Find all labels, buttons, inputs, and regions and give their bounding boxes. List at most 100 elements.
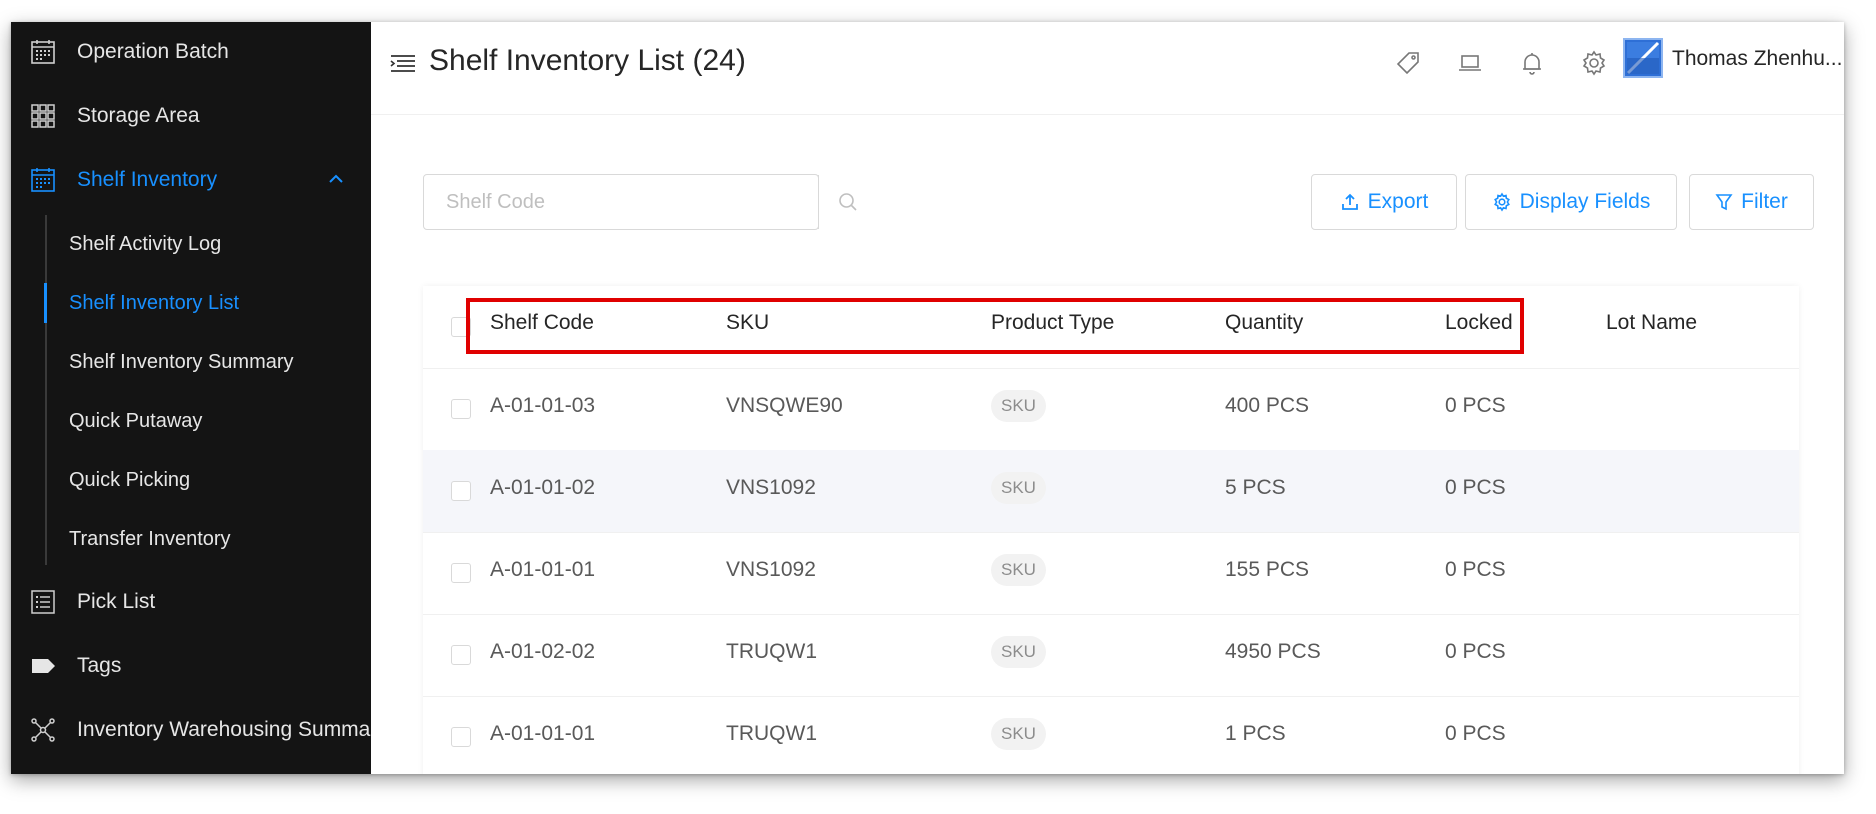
- cell-quantity: 155 PCS: [1225, 558, 1310, 581]
- sidebar-item-label: Quick Picking: [69, 468, 191, 491]
- select-all-checkbox[interactable]: [451, 317, 471, 337]
- column-header-shelf-code[interactable]: Shelf Code: [490, 311, 594, 335]
- sidebar-subitem-shelf-activity-log[interactable]: Shelf Activity Log: [11, 224, 371, 264]
- search-icon: [839, 193, 857, 211]
- cell-shelf-code: A-01-01-02: [490, 476, 596, 499]
- sidebar-item-inventory-warehousing-summary[interactable]: Inventory Warehousing Summary: [11, 710, 388, 750]
- sidebar-item-label: Storage Area: [77, 104, 200, 127]
- display-fields-button[interactable]: Display Fields: [1465, 174, 1677, 230]
- sidebar-subitem-shelf-inventory-summary[interactable]: Shelf Inventory Summary: [11, 342, 371, 382]
- row-checkbox[interactable]: [451, 563, 471, 583]
- row-checkbox[interactable]: [451, 399, 471, 419]
- cell-shelf-code: A-01-01-01: [490, 558, 596, 581]
- sidebar-item-label: Transfer Inventory: [69, 527, 231, 550]
- table-row[interactable]: A-01-01-01 VNS1092 SKU 155 PCS 0 PCS: [423, 532, 1799, 615]
- network-icon: [31, 718, 55, 742]
- sidebar-subitem-shelf-inventory-list[interactable]: Shelf Inventory List: [11, 283, 371, 323]
- product-type-tag: SKU: [991, 554, 1046, 586]
- sidebar-item-label: Pick List: [77, 590, 156, 613]
- sidebar-item-operation-batch[interactable]: Operation Batch: [11, 32, 371, 72]
- cell-sku: TRUQW1: [726, 722, 817, 745]
- export-button[interactable]: Export: [1311, 174, 1457, 230]
- cell-quantity: 1 PCS: [1225, 722, 1286, 745]
- avatar-image: [1626, 41, 1660, 75]
- row-checkbox[interactable]: [451, 481, 471, 501]
- cell-sku: TRUQW1: [726, 640, 817, 663]
- sidebar-item-label: Shelf Activity Log: [69, 232, 222, 255]
- sidebar-item-label: Inventory Warehousing Summary: [77, 718, 388, 741]
- sidebar-item-label: Tags: [77, 654, 122, 677]
- display-fields-label: Display Fields: [1519, 190, 1651, 213]
- sidebar-item-storage-area[interactable]: Storage Area: [11, 96, 371, 136]
- sidebar-item-tags[interactable]: Tags: [11, 646, 371, 686]
- laptop-icon[interactable]: [1455, 48, 1485, 78]
- cell-quantity: 400 PCS: [1225, 394, 1310, 417]
- table-row[interactable]: A-01-01-03 VNSQWE90 SKU 400 PCS 0 PCS: [423, 368, 1799, 451]
- sidebar-item-pick-list[interactable]: Pick List: [11, 582, 371, 622]
- inventory-table: Shelf Code SKU Product Type Quantity Loc…: [423, 286, 1799, 774]
- app-window: Operation Batch Storage Area Shelf Inven…: [11, 22, 1844, 774]
- upload-icon: [1341, 193, 1358, 210]
- cell-sku: VNSQWE90: [726, 394, 843, 417]
- column-header-locked[interactable]: Locked: [1445, 311, 1513, 335]
- filter-icon: [1715, 194, 1733, 211]
- cell-locked: 0 PCS: [1445, 476, 1506, 499]
- list-icon: [31, 590, 55, 614]
- bell-icon[interactable]: [1517, 48, 1547, 78]
- cell-shelf-code: A-01-02-02: [490, 640, 596, 663]
- table-header-row: Shelf Code SKU Product Type Quantity Loc…: [423, 286, 1799, 369]
- top-bar: Shelf Inventory List (24) Thomas Zhenhu.…: [371, 22, 1844, 115]
- cell-locked: 0 PCS: [1445, 394, 1506, 417]
- submenu-guide-line: [45, 215, 47, 565]
- row-checkbox[interactable]: [451, 645, 471, 665]
- product-type-tag: SKU: [991, 390, 1046, 422]
- table-row[interactable]: A-01-01-01 TRUQW1 SKU 1 PCS 0 PCS: [423, 696, 1799, 774]
- cell-locked: 0 PCS: [1445, 722, 1506, 745]
- product-type-tag: SKU: [991, 718, 1046, 750]
- filter-button[interactable]: Filter: [1689, 174, 1814, 230]
- sidebar-item-label: Shelf Inventory List: [69, 291, 240, 314]
- chevron-up-icon[interactable]: [327, 172, 345, 186]
- cell-quantity: 4950 PCS: [1225, 640, 1321, 663]
- sidebar-subitem-quick-picking[interactable]: Quick Picking: [11, 460, 371, 500]
- calendar-icon: [31, 40, 55, 64]
- export-label: Export: [1367, 190, 1429, 213]
- shelf-code-search-input[interactable]: [424, 175, 819, 229]
- sidebar-item-label: Quick Putaway: [69, 409, 203, 432]
- column-header-product-type[interactable]: Product Type: [991, 311, 1114, 335]
- gear-icon[interactable]: [1579, 48, 1609, 78]
- cell-quantity: 5 PCS: [1225, 476, 1286, 499]
- cell-sku: VNS1092: [726, 558, 816, 581]
- search-button[interactable]: [818, 175, 877, 229]
- column-header-quantity[interactable]: Quantity: [1225, 311, 1303, 335]
- tag-icon[interactable]: [1393, 48, 1423, 78]
- search-box: [423, 174, 857, 230]
- cell-shelf-code: A-01-01-03: [490, 394, 596, 417]
- grid-icon: [31, 104, 55, 128]
- tag-icon: [32, 659, 55, 673]
- row-checkbox[interactable]: [451, 727, 471, 747]
- table-row[interactable]: A-01-02-02 TRUQW1 SKU 4950 PCS 0 PCS: [423, 614, 1799, 697]
- gear-icon: [1493, 192, 1510, 212]
- sidebar-item-label: Shelf Inventory Summary: [69, 350, 294, 373]
- sidebar-subitem-transfer-inventory[interactable]: Transfer Inventory: [11, 519, 371, 559]
- sidebar: Operation Batch Storage Area Shelf Inven…: [11, 22, 388, 774]
- sidebar-item-label: Shelf Inventory: [77, 168, 218, 191]
- calendar-icon: [31, 168, 55, 192]
- sidebar-subitem-quick-putaway[interactable]: Quick Putaway: [11, 401, 371, 441]
- menu-toggle-icon[interactable]: [389, 52, 417, 76]
- sidebar-item-shelf-inventory[interactable]: Shelf Inventory: [11, 160, 371, 200]
- table-row[interactable]: A-01-01-02 VNS1092 SKU 5 PCS 0 PCS: [423, 450, 1799, 533]
- avatar[interactable]: [1623, 38, 1663, 78]
- product-type-tag: SKU: [991, 472, 1046, 504]
- product-type-tag: SKU: [991, 636, 1046, 668]
- column-header-sku[interactable]: SKU: [726, 311, 769, 335]
- column-header-lot-name[interactable]: Lot Name: [1606, 311, 1697, 335]
- page-title: Shelf Inventory List (24): [429, 44, 746, 77]
- cell-locked: 0 PCS: [1445, 640, 1506, 663]
- user-name[interactable]: Thomas Zhenhu...: [1672, 47, 1844, 71]
- sidebar-item-label: Operation Batch: [77, 40, 229, 63]
- filter-label: Filter: [1741, 190, 1788, 213]
- cell-shelf-code: A-01-01-01: [490, 722, 596, 745]
- cell-sku: VNS1092: [726, 476, 816, 499]
